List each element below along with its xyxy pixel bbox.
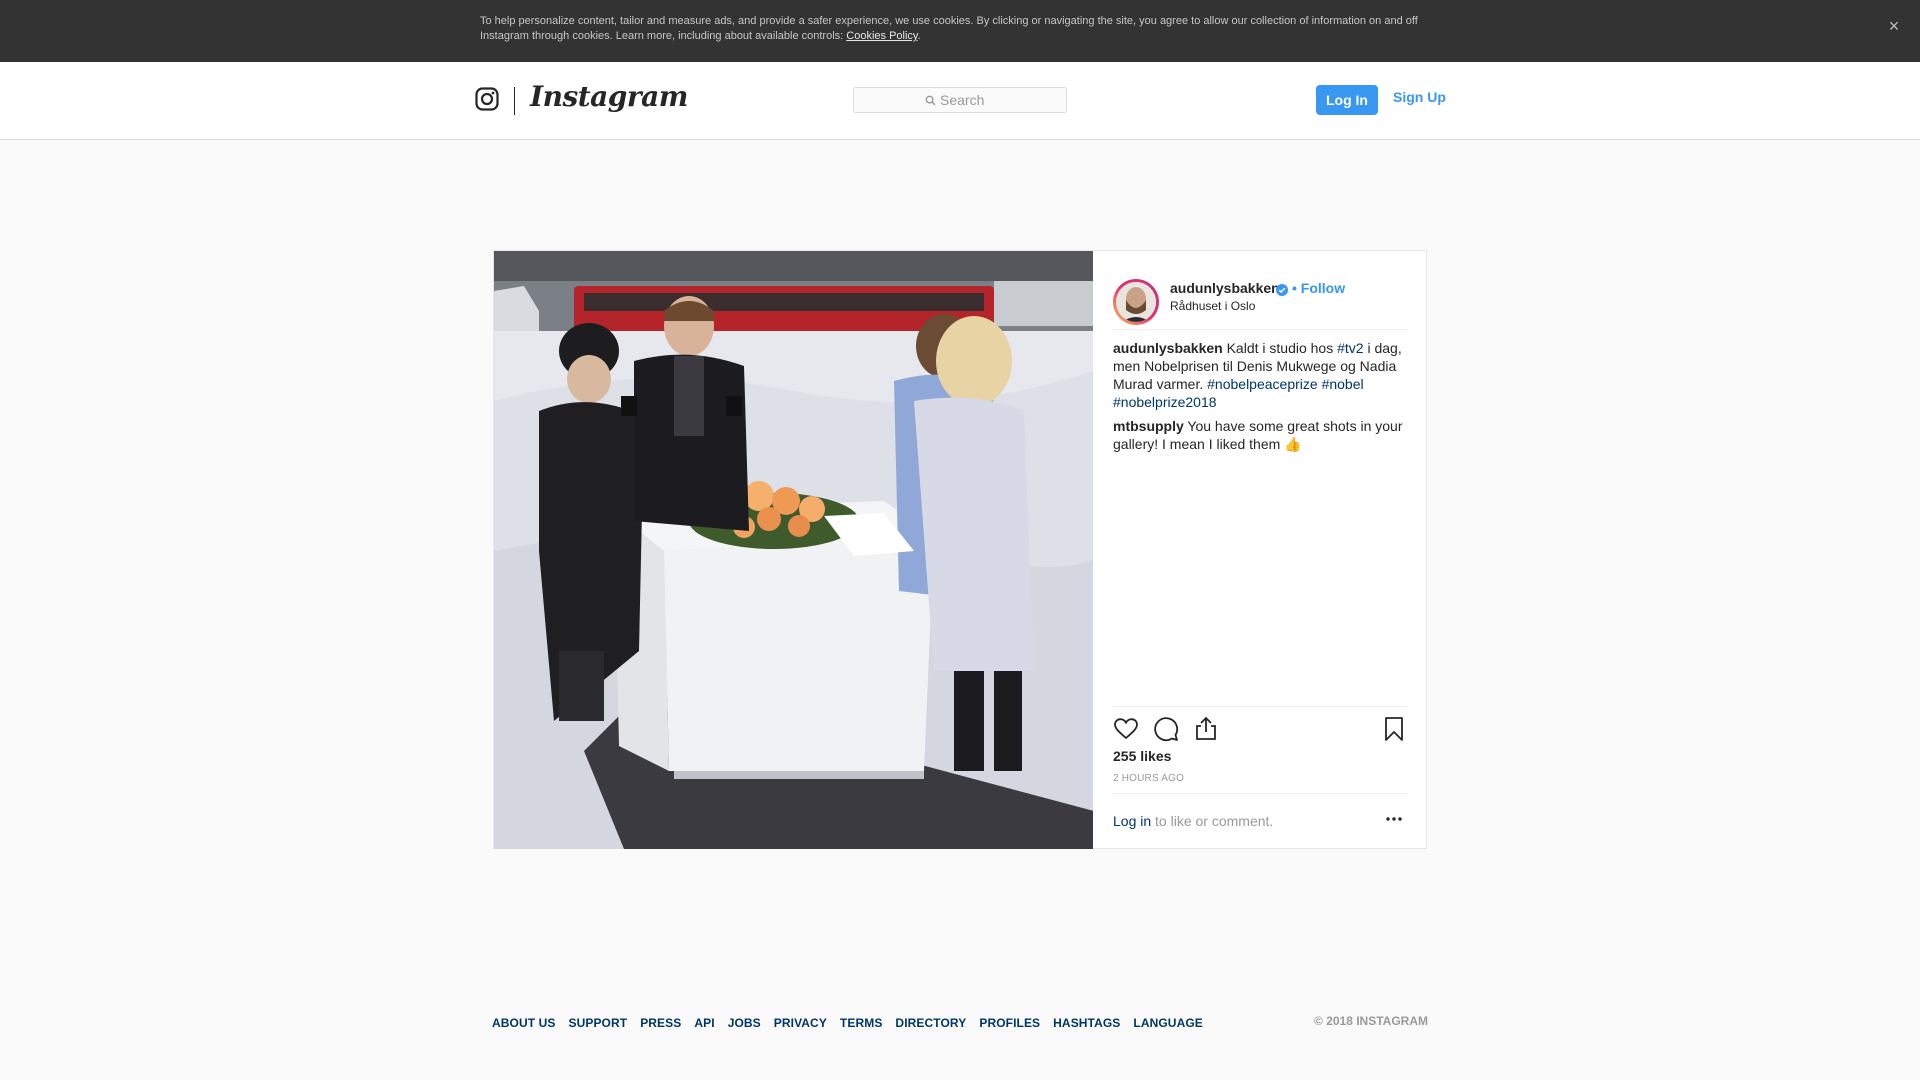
post-location[interactable]: Rådhuset i Oslo	[1170, 299, 1255, 313]
footer-link-language[interactable]: LANGUAGE	[1133, 1016, 1202, 1030]
follow-button[interactable]: Follow	[1301, 280, 1345, 296]
log-in-link[interactable]: Log in	[1113, 813, 1151, 829]
hashtag-nobelpeaceprize[interactable]: #nobelpeaceprize	[1207, 376, 1318, 392]
cookie-banner: To help personalize content, tailor and …	[0, 0, 1920, 62]
post-header: audunlysbakken • Follow Rådhuset i Oslo	[1113, 265, 1407, 330]
post-card: audunlysbakken • Follow Rådhuset i Oslo …	[493, 250, 1427, 849]
footer-link-jobs[interactable]: JOBS	[728, 1016, 761, 1030]
copyright: © 2018 INSTAGRAM	[1314, 1014, 1428, 1028]
instagram-glyph-icon[interactable]	[475, 87, 499, 111]
login-to-comment: Log in to like or comment.	[1113, 793, 1407, 846]
footer-link-press[interactable]: PRESS	[640, 1016, 681, 1030]
comment-icon[interactable]	[1153, 716, 1179, 742]
search-icon	[925, 95, 936, 106]
log-in-button[interactable]: Log In	[1316, 85, 1378, 115]
share-icon[interactable]	[1193, 716, 1219, 742]
avatar-image	[1116, 282, 1156, 322]
search-box[interactable]	[853, 87, 1067, 113]
comment-username[interactable]: mtbsupply	[1113, 418, 1184, 434]
top-navigation: Instagram Log In Sign Up	[0, 62, 1920, 140]
close-icon[interactable]: ×	[1882, 14, 1906, 38]
sign-up-link[interactable]: Sign Up	[1393, 89, 1446, 105]
footer-link-hashtags[interactable]: HASHTAGS	[1053, 1016, 1120, 1030]
post-actions	[1113, 706, 1407, 742]
bookmark-icon[interactable]	[1381, 716, 1407, 742]
comments-list: audunlysbakken Kaldt i studio hos #tv2 i…	[1113, 339, 1407, 459]
search-input[interactable]	[940, 91, 1060, 109]
comment-item: mtbsupply You have some great shots in y…	[1113, 417, 1407, 453]
footer: ABOUT US SUPPORT PRESS API JOBS PRIVACY TERMS D…	[492, 1014, 1428, 1030]
footer-link-profiles[interactable]: PROFILES	[979, 1016, 1040, 1030]
hashtag-nobelprize2018[interactable]: #nobelprize2018	[1113, 394, 1217, 410]
footer-link-about-us[interactable]: ABOUT US	[492, 1016, 555, 1030]
follow-group: • Follow	[1292, 280, 1345, 296]
follow-separator: •	[1292, 280, 1297, 296]
cookie-banner-end: .	[917, 30, 921, 42]
avatar-photo	[1116, 282, 1156, 322]
avatar[interactable]	[1113, 279, 1159, 325]
cookie-banner-text: To help personalize content, tailor and …	[480, 14, 1440, 44]
hashtag-tv2[interactable]: #tv2	[1337, 340, 1363, 356]
login-prompt-text: to like or comment.	[1151, 813, 1274, 829]
heart-icon[interactable]	[1113, 716, 1139, 742]
footer-link-privacy[interactable]: PRIVACY	[774, 1016, 827, 1030]
verified-badge-icon	[1276, 284, 1288, 296]
cookies-policy-link[interactable]: Cookies Policy	[846, 30, 917, 42]
instagram-wordmark[interactable]: Instagram	[530, 80, 688, 113]
footer-link-api[interactable]: API	[694, 1016, 714, 1030]
footer-nav: ABOUT US SUPPORT PRESS API JOBS PRIVACY TERMS D…	[492, 1014, 1428, 1032]
post-photo[interactable]	[494, 251, 1093, 849]
footer-link-terms[interactable]: TERMS	[840, 1016, 883, 1030]
login-prompt: Log in to like or comment.	[1113, 813, 1273, 829]
caption-username[interactable]: audunlysbakken	[1113, 340, 1223, 356]
post-details: audunlysbakken • Follow Rådhuset i Oslo …	[1093, 251, 1427, 849]
caption: audunlysbakken Kaldt i studio hos #tv2 i…	[1113, 339, 1407, 411]
post-timestamp[interactable]: 2 HOURS AGO	[1113, 773, 1184, 784]
cookie-banner-message: To help personalize content, tailor and …	[480, 15, 1418, 42]
post-image	[494, 251, 1093, 849]
more-icon[interactable]	[1385, 816, 1403, 822]
caption-text-1: Kaldt i studio hos	[1226, 340, 1338, 356]
likes-count[interactable]: 255 likes	[1113, 748, 1171, 764]
logo-divider	[514, 87, 515, 115]
post-username[interactable]: audunlysbakken	[1170, 280, 1280, 296]
footer-link-support[interactable]: SUPPORT	[568, 1016, 627, 1030]
footer-link-directory[interactable]: DIRECTORY	[895, 1016, 966, 1030]
hashtag-nobel[interactable]: #nobel	[1322, 376, 1364, 392]
